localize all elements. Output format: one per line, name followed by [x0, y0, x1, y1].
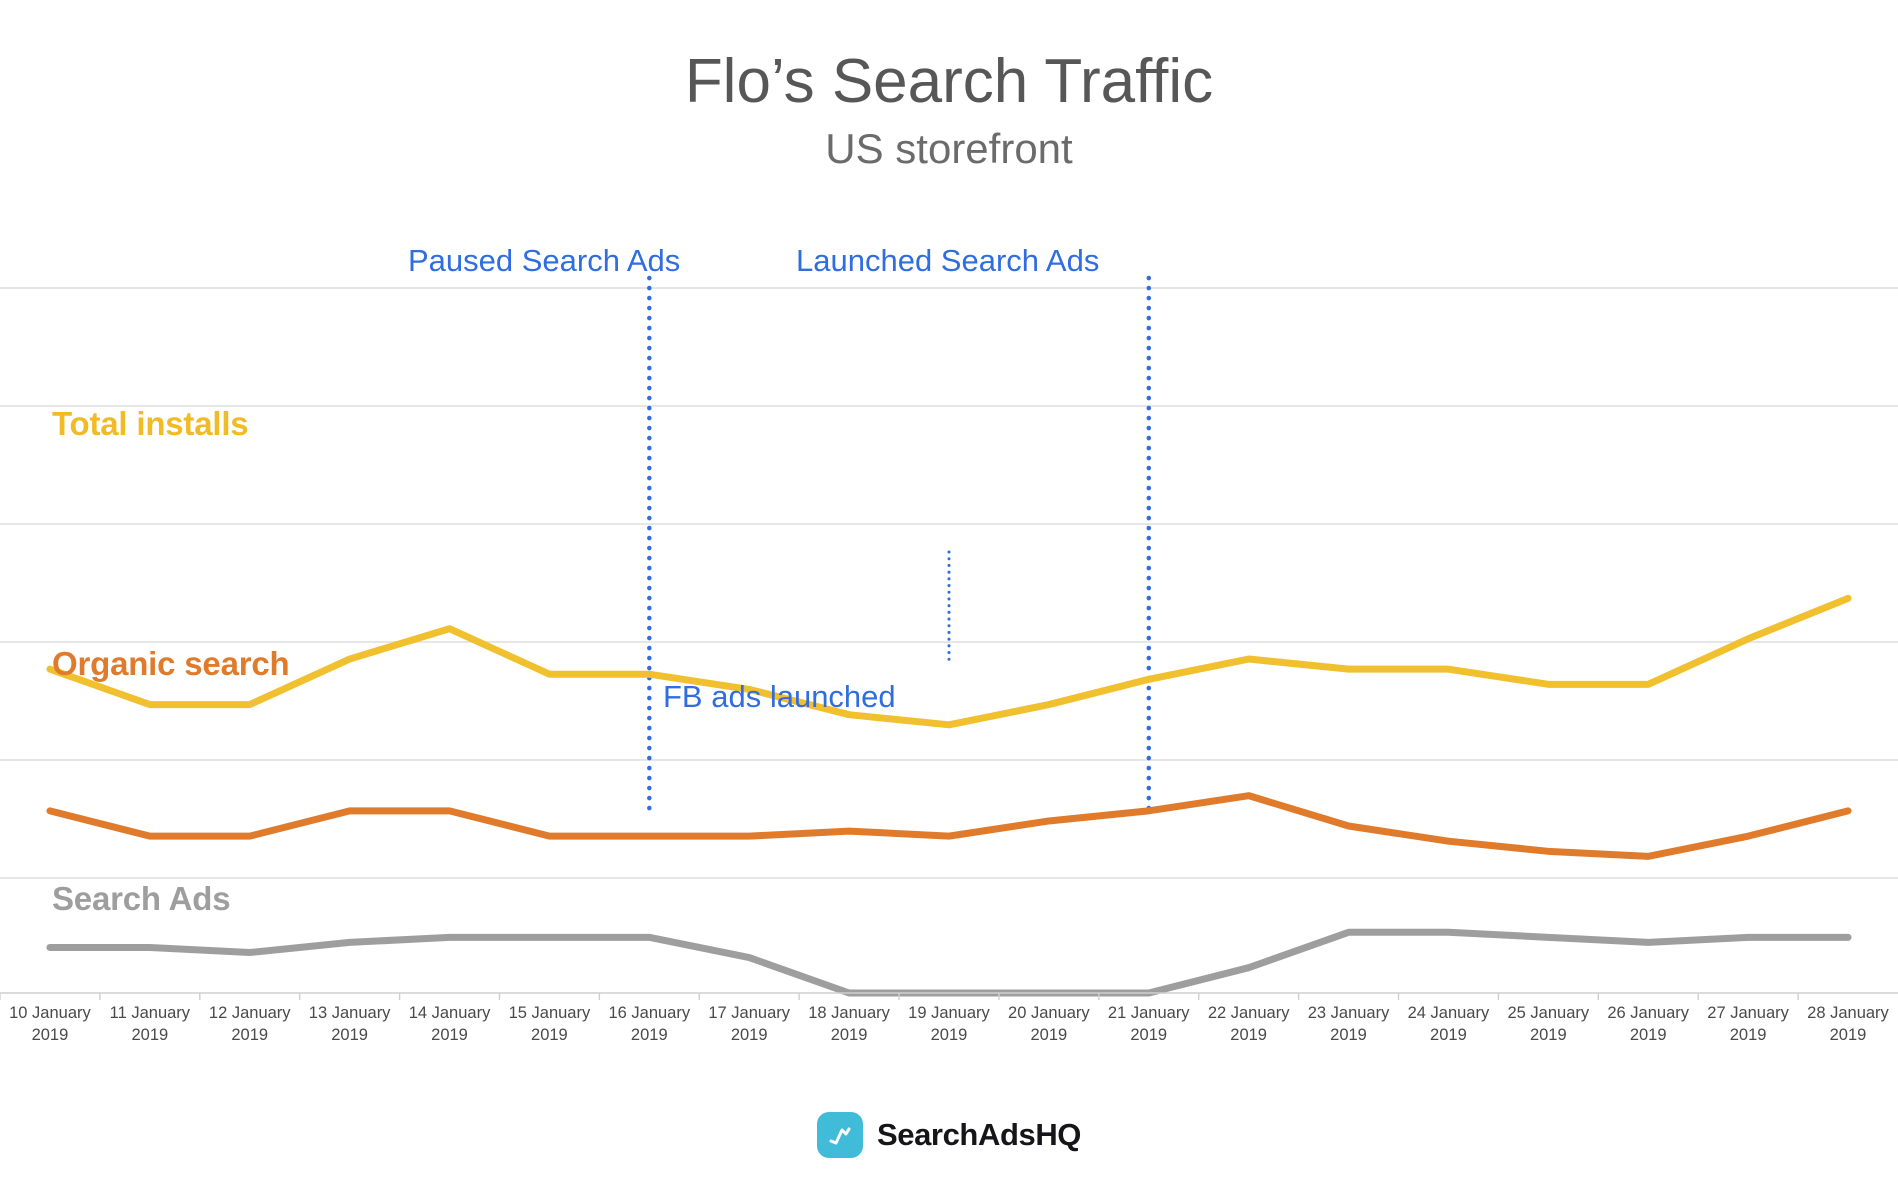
plot-area [0, 230, 1898, 1000]
footer-branding: SearchAdsHQ [0, 1112, 1898, 1158]
chart-subtitle: US storefront [825, 125, 1073, 173]
x-axis-tick-label: 21 January 2019 [1107, 1004, 1190, 1045]
x-axis-tick-label: 17 January 2019 [708, 1004, 790, 1045]
series-label-organic-search: Organic search [52, 645, 290, 682]
brand-name: SearchAdsHQ [876, 1117, 1082, 1152]
annotation-paused-search-ads: Paused Search Ads [408, 243, 681, 278]
x-axis-tick-label: 28 January 2019 [1807, 1004, 1889, 1045]
x-axis-tick-label: 16 January 2019 [608, 1004, 691, 1045]
x-axis-tick-label: 14 January 2019 [408, 1004, 491, 1045]
annotation-launched-search-ads: Launched Search Ads [796, 243, 1100, 278]
x-axis-tick-label: 18 January 2019 [808, 1004, 890, 1045]
gridlines [0, 287, 1898, 879]
x-axis-tick-label: 27 January 2019 [1707, 1004, 1789, 1045]
chart-svg [0, 275, 1898, 1000]
chart-page: Flo’s Search Traffic US storefront Total… [0, 0, 1898, 1200]
series-line-organic-search [46, 792, 1852, 860]
series-label-search-ads: Search Ads [52, 880, 231, 917]
x-axis-tick-label: 22 January 2019 [1207, 1004, 1290, 1045]
x-axis-tick-label: 25 January 2019 [1507, 1004, 1590, 1045]
chart-title: Flo’s Search Traffic [684, 47, 1214, 116]
annotation-fb-ads-launched: FB ads launched [663, 679, 896, 714]
line-chart-icon [816, 1112, 863, 1158]
event-marker-lines [647, 275, 1152, 813]
x-axis-tick-label: 24 January 2019 [1407, 1004, 1490, 1045]
x-axis-labels: 10 January 2019 11 January 2019 12 January 20… [0, 1000, 1898, 1070]
x-axis-tick-label: 19 January 2019 [908, 1004, 990, 1045]
x-axis-tick-label: 10 January 2019 [9, 1004, 91, 1045]
series-label-total-installs: Total installs [52, 405, 249, 442]
series-line-total-installs [46, 594, 1852, 729]
x-axis-tick-label: 26 January 2019 [1607, 1004, 1690, 1045]
x-axis-tick-label: 23 January 2019 [1307, 1004, 1390, 1045]
x-axis-tick-label: 20 January 2019 [1008, 1004, 1090, 1045]
series-line-search-ads [46, 928, 1852, 997]
x-axis-tick-label: 13 January 2019 [308, 1004, 391, 1045]
x-axis-tick-label: 15 January 2019 [508, 1004, 591, 1045]
series-lines [46, 594, 1852, 997]
chart-header: Flo’s Search Traffic US storefront [0, 47, 1898, 175]
x-axis-tick-label: 11 January 2019 [109, 1004, 191, 1045]
x-axis-tick-label: 12 January 2019 [208, 1004, 291, 1045]
